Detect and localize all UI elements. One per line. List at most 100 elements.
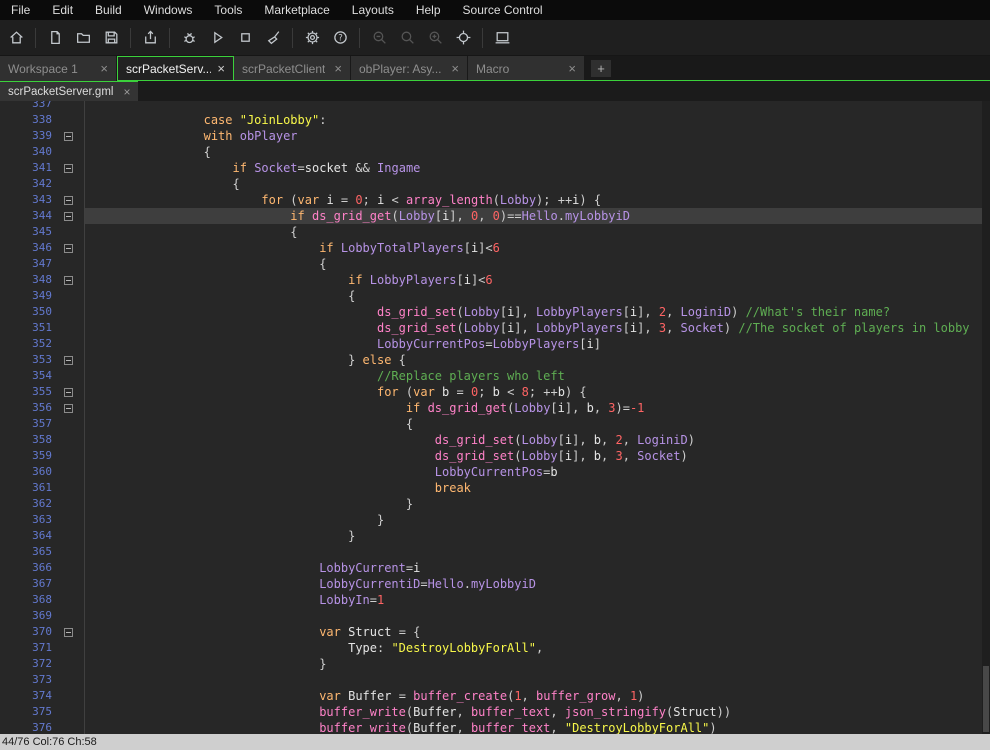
gutter[interactable]: 353 [0, 352, 85, 368]
gutter[interactable]: 345 [0, 224, 85, 240]
gutter[interactable]: 349 [0, 288, 85, 304]
clean-button[interactable] [260, 25, 286, 51]
gutter[interactable]: 372 [0, 656, 85, 672]
gutter[interactable]: 355 [0, 384, 85, 400]
add-workspace-button[interactable]: + [591, 60, 611, 77]
menu-item-build[interactable]: Build [84, 3, 133, 17]
workspace-tab-2[interactable]: scrPacketServ...× [117, 56, 234, 81]
fold-marker-icon[interactable] [64, 404, 73, 413]
gutter[interactable]: 340 [0, 144, 85, 160]
file-tab-1[interactable]: scrPacketServer.gml× [0, 81, 138, 101]
close-icon[interactable]: × [334, 61, 342, 76]
menu-item-help[interactable]: Help [405, 3, 452, 17]
workspace-tab-5[interactable]: Macro× [468, 56, 585, 81]
menu-item-layouts[interactable]: Layouts [341, 3, 405, 17]
device-button[interactable] [489, 25, 515, 51]
gutter[interactable]: 370 [0, 624, 85, 640]
close-icon[interactable]: × [100, 61, 108, 76]
game-options-button[interactable] [299, 25, 325, 51]
gutter[interactable]: 375 [0, 704, 85, 720]
gutter[interactable]: 360 [0, 464, 85, 480]
workspace-tab-4[interactable]: obPlayer: Asy... × [351, 56, 468, 81]
code-line: for (var b = 0; b < 8; ++b) { [85, 384, 982, 400]
gutter[interactable]: 376 [0, 720, 85, 734]
run-button[interactable] [204, 25, 230, 51]
code-row: 351 ds_grid_set(Lobby[i], LobbyPlayers[i… [0, 320, 982, 336]
new-project-button[interactable] [42, 25, 68, 51]
fold-marker-icon[interactable] [64, 356, 73, 365]
code-row: 364 } [0, 528, 982, 544]
gutter[interactable]: 361 [0, 480, 85, 496]
scrollbar-thumb[interactable] [983, 666, 989, 732]
vertical-scrollbar[interactable] [982, 101, 990, 734]
home-button[interactable] [3, 25, 29, 51]
zoom-in-icon [427, 29, 444, 46]
code-row: 366 LobbyCurrent=i [0, 560, 982, 576]
gutter[interactable]: 365 [0, 544, 85, 560]
target-button[interactable] [450, 25, 476, 51]
fold-marker-icon[interactable] [64, 164, 73, 173]
gutter[interactable]: 364 [0, 528, 85, 544]
fold-marker-icon[interactable] [64, 244, 73, 253]
fold-marker-icon[interactable] [64, 276, 73, 285]
gutter[interactable]: 347 [0, 256, 85, 272]
workspace-tab-3[interactable]: scrPacketClient× [234, 56, 351, 81]
stop-button[interactable] [232, 25, 258, 51]
gutter[interactable]: 350 [0, 304, 85, 320]
gutter[interactable]: 366 [0, 560, 85, 576]
gutter[interactable]: 341 [0, 160, 85, 176]
close-icon[interactable]: × [451, 61, 459, 76]
open-project-button[interactable] [70, 25, 96, 51]
menu-item-tools[interactable]: Tools [203, 3, 253, 17]
gutter[interactable]: 369 [0, 608, 85, 624]
gutter[interactable]: 356 [0, 400, 85, 416]
save-project-button[interactable] [98, 25, 124, 51]
line-number: 364 [0, 528, 52, 544]
gutter[interactable]: 343 [0, 192, 85, 208]
gutter[interactable]: 338 [0, 112, 85, 128]
gutter[interactable]: 339 [0, 128, 85, 144]
gutter[interactable]: 374 [0, 688, 85, 704]
gutter[interactable]: 337 [0, 101, 85, 112]
debug-button[interactable] [176, 25, 202, 51]
gutter[interactable]: 357 [0, 416, 85, 432]
gutter[interactable]: 346 [0, 240, 85, 256]
menu-item-marketplace[interactable]: Marketplace [253, 3, 340, 17]
gutter[interactable]: 363 [0, 512, 85, 528]
gutter[interactable]: 371 [0, 640, 85, 656]
create-executable-button[interactable] [137, 25, 163, 51]
menu-item-file[interactable]: File [0, 3, 41, 17]
fold-marker-icon[interactable] [64, 212, 73, 221]
menu-item-source-control[interactable]: Source Control [452, 3, 554, 17]
workspace-tab-1[interactable]: Workspace 1× [0, 56, 117, 81]
gutter[interactable]: 348 [0, 272, 85, 288]
code-line: buffer_write(Buffer, buffer_text, "Destr… [85, 720, 982, 734]
gutter[interactable]: 373 [0, 672, 85, 688]
close-icon[interactable]: × [568, 61, 576, 76]
fold-marker-icon[interactable] [64, 628, 73, 637]
gutter[interactable]: 342 [0, 176, 85, 192]
gutter[interactable]: 352 [0, 336, 85, 352]
code-editor[interactable]: 337338 case "JoinLobby":339 with obPlaye… [0, 101, 990, 734]
close-icon[interactable]: × [217, 61, 225, 76]
fold-marker-icon[interactable] [64, 196, 73, 205]
gutter[interactable]: 358 [0, 432, 85, 448]
toolbar: ? [0, 20, 990, 56]
help-button[interactable]: ? [327, 25, 353, 51]
gutter[interactable]: 368 [0, 592, 85, 608]
gutter[interactable]: 354 [0, 368, 85, 384]
menu-item-windows[interactable]: Windows [133, 3, 204, 17]
tab-label: obPlayer: Asy... [359, 62, 441, 76]
gutter[interactable]: 344 [0, 208, 85, 224]
gutter[interactable]: 367 [0, 576, 85, 592]
fold-marker-icon[interactable] [64, 388, 73, 397]
line-number: 360 [0, 464, 52, 480]
close-icon[interactable]: × [123, 85, 130, 99]
gutter[interactable]: 362 [0, 496, 85, 512]
line-number: 340 [0, 144, 52, 160]
code-line: if LobbyTotalPlayers[i]<6 [85, 240, 982, 256]
gutter[interactable]: 359 [0, 448, 85, 464]
menu-item-edit[interactable]: Edit [41, 3, 84, 17]
gutter[interactable]: 351 [0, 320, 85, 336]
fold-marker-icon[interactable] [64, 132, 73, 141]
